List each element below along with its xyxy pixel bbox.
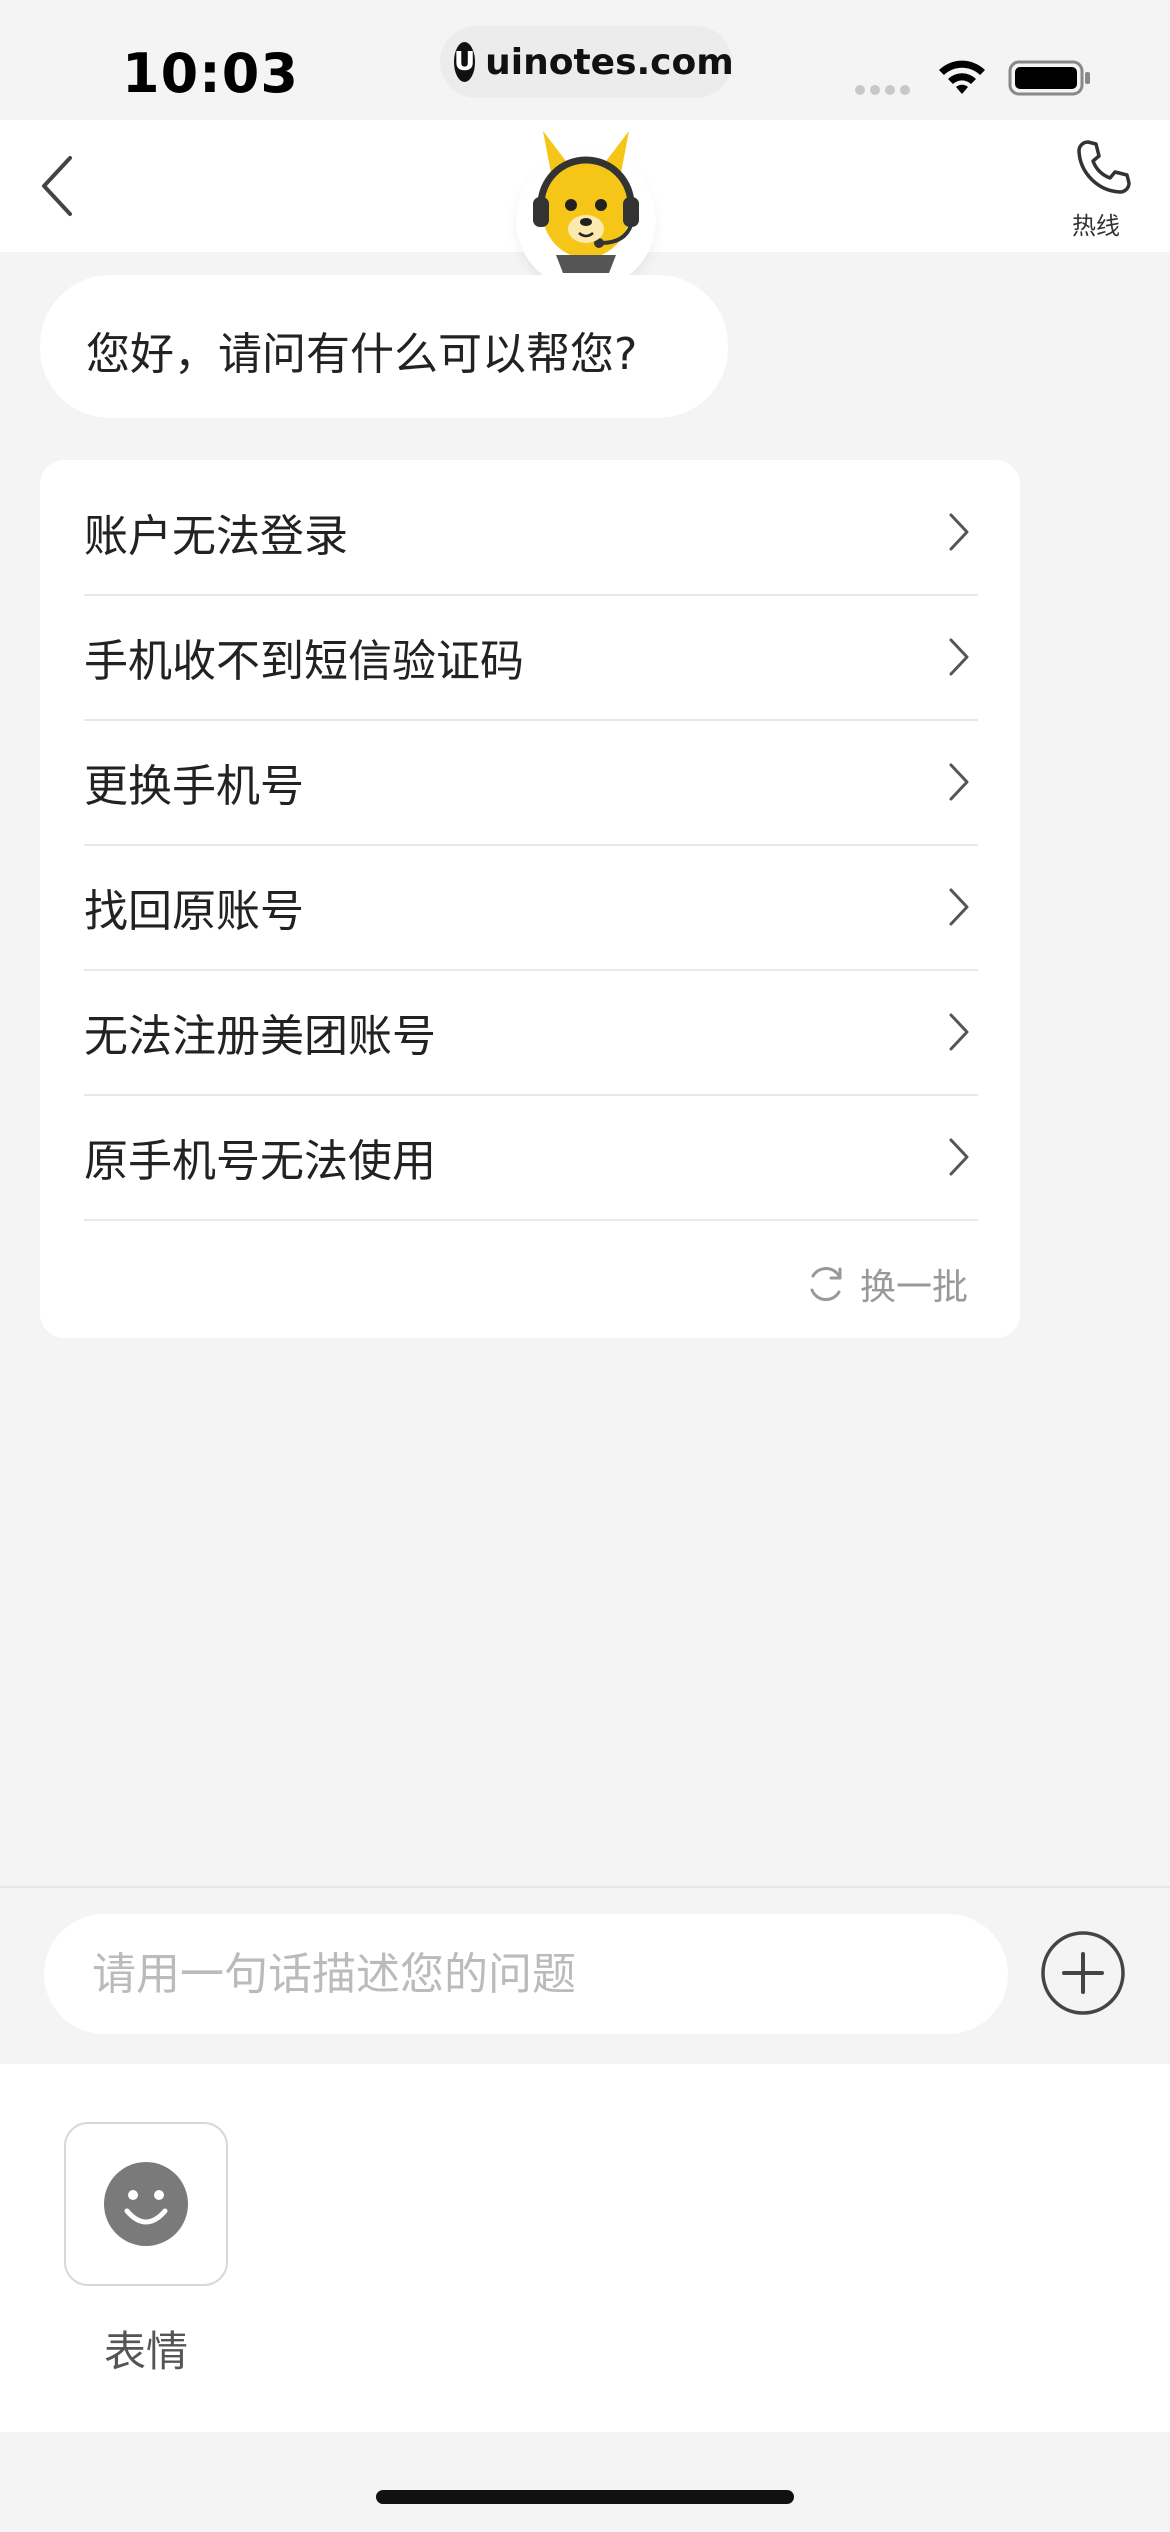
faq-item-label: 手机收不到短信验证码 xyxy=(84,636,524,687)
chevron-left-icon[interactable] xyxy=(38,154,78,218)
emoji-button[interactable] xyxy=(64,2122,228,2286)
faq-item-cannot-register[interactable]: 无法注册美团账号 xyxy=(84,970,978,1096)
faq-item-recover-account[interactable]: 找回原账号 xyxy=(84,845,978,971)
smiley-icon xyxy=(104,2162,188,2246)
faq-item-account-login[interactable]: 账户无法登录 xyxy=(84,470,978,596)
battery-icon xyxy=(1008,60,1090,96)
faq-item-label: 无法注册美团账号 xyxy=(84,1011,436,1062)
message-input[interactable] xyxy=(44,1914,1008,2034)
kangaroo-mascot-icon xyxy=(533,131,639,273)
url-pill[interactable]: U uinotes.com xyxy=(440,26,734,98)
status-time: 10:03 xyxy=(122,42,299,105)
mascot-avatar xyxy=(516,131,656,290)
site-logo-icon: U xyxy=(454,42,476,82)
home-indicator xyxy=(376,2490,794,2504)
chevron-right-icon xyxy=(949,1138,969,1176)
chevron-right-icon xyxy=(949,888,969,926)
faq-item-old-phone-unusable[interactable]: 原手机号无法使用 xyxy=(84,1095,978,1221)
wifi-icon xyxy=(939,60,985,94)
chevron-right-icon xyxy=(949,638,969,676)
url-text: uinotes.com xyxy=(485,41,734,83)
chevron-right-icon xyxy=(949,1013,969,1051)
refresh-icon xyxy=(810,1266,842,1302)
refresh-button[interactable]: 换一批 xyxy=(806,1254,968,1314)
faq-item-sms-code[interactable]: 手机收不到短信验证码 xyxy=(84,595,978,721)
faq-item-label: 账户无法登录 xyxy=(84,511,348,562)
faq-item-change-phone[interactable]: 更换手机号 xyxy=(84,720,978,846)
faq-item-label: 原手机号无法使用 xyxy=(84,1136,436,1187)
faq-item-label: 找回原账号 xyxy=(84,886,304,937)
signal-icon xyxy=(855,85,910,95)
emoji-label: 表情 xyxy=(103,2327,188,2376)
plus-circle-icon[interactable] xyxy=(1040,1930,1126,2016)
greeting-message: 您好，请问有什么可以帮您? xyxy=(86,329,638,380)
chevron-right-icon xyxy=(949,513,969,551)
faq-item-label: 更换手机号 xyxy=(84,761,304,812)
phone-icon[interactable] xyxy=(1068,136,1136,200)
refresh-label: 换一批 xyxy=(860,1267,969,1308)
hotline-label[interactable]: 热线 xyxy=(1072,206,1120,241)
chevron-right-icon xyxy=(949,763,969,801)
